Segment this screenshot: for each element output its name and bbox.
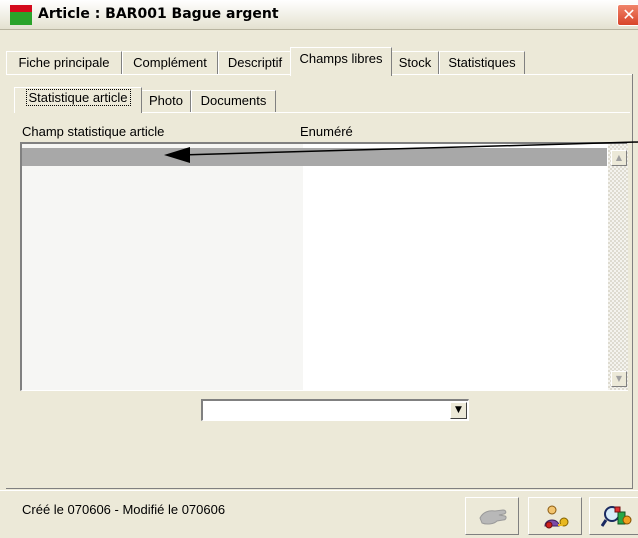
tab-descriptif[interactable]: Descriptif [218, 51, 292, 75]
close-icon: ✕ [622, 5, 636, 24]
user-keys-button[interactable] [528, 497, 582, 535]
scroll-up-button[interactable]: ▲ [611, 150, 627, 166]
arrow-down-icon: ▼ [615, 374, 623, 383]
column-header-champ[interactable]: Champ statistique article [22, 124, 164, 139]
close-button[interactable]: ✕ [617, 4, 638, 26]
search-objects-button[interactable] [589, 497, 638, 535]
disabled-hand-icon [479, 509, 507, 525]
window-title: Article : BAR001 Bague argent [38, 6, 279, 22]
tab-label: Descriptif [227, 55, 283, 70]
subtab-label: Photo [149, 93, 183, 108]
user-keys-icon [544, 505, 569, 529]
tab-statistiques[interactable]: Statistiques [439, 51, 525, 75]
subtab-documents[interactable]: Documents [191, 90, 276, 112]
disabled-action-button[interactable] [465, 497, 519, 535]
select-dropdown-button[interactable]: ▼ [450, 402, 467, 419]
tab-label: Complément [133, 55, 207, 70]
tab-panel-right-edge [632, 74, 633, 488]
statistics-list[interactable]: ▲ ▼ [20, 142, 628, 391]
status-text: Créé le 070606 - Modifié le 070606 [22, 502, 226, 517]
tab-label: Statistiques [448, 55, 516, 70]
arrow-up-icon: ▲ [615, 153, 623, 162]
vertical-scrollbar[interactable] [608, 144, 628, 390]
column-header-enumere[interactable]: Enuméré [300, 124, 353, 139]
subtab-photo[interactable]: Photo [141, 90, 191, 112]
tab-label: Champs libres [299, 51, 383, 66]
tab-label: Stock [398, 55, 432, 70]
app-icon [10, 5, 32, 25]
status-separator [0, 490, 638, 491]
tab-panel-bottom-edge [6, 488, 633, 489]
subtab-statistique-article[interactable]: Statistique article [14, 87, 142, 113]
tab-champs-libres[interactable]: Champs libres [290, 47, 392, 76]
scroll-down-button[interactable]: ▼ [611, 371, 627, 387]
list-row-selected[interactable] [22, 148, 607, 166]
chevron-down-icon: ▼ [455, 405, 462, 415]
article-window: Article : BAR001 Bague argent ✕ Fiche pr… [0, 0, 638, 538]
search-objects-icon [601, 506, 632, 527]
title-bar[interactable]: Article : BAR001 Bague argent ✕ [0, 0, 638, 30]
enumere-select[interactable]: ▼ [201, 399, 469, 421]
tab-label: Fiche principale [18, 55, 110, 70]
tab-fiche-principale[interactable]: Fiche principale [6, 51, 122, 75]
tab-complement[interactable]: Complément [122, 51, 218, 75]
subtab-label: Documents [200, 93, 267, 108]
subtab-label: Statistique article [25, 89, 131, 106]
list-column-champ [22, 144, 303, 390]
tab-stock[interactable]: Stock [391, 51, 439, 75]
